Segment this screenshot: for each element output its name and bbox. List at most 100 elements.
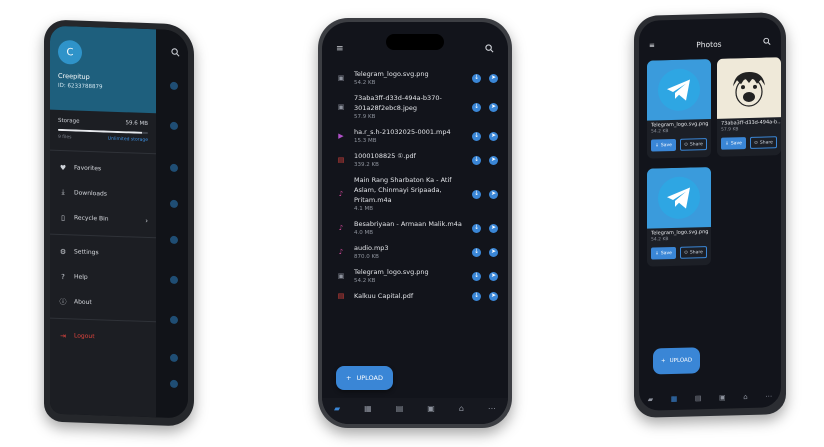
photo-card[interactable]: 73aba3ff-d33d-494a-b... 57.9 KB ↓ Save ⊙ S… [717,57,781,157]
phone-drawer: C Creepitup ID: 6233788879 Storage 59.6 … [44,19,194,427]
file-row[interactable]: ▣ Telegram_logo.svg.png 54.2 KB ↓ ➤ [322,264,508,288]
file-list: ▣ Telegram_logo.svg.png 54.2 KB ↓ ➤ ▣ 73… [322,66,508,304]
file-name: audio.mp3 [354,244,389,252]
upload-button[interactable]: + UPLOAD [653,347,701,375]
menu-item-label: Logout [74,332,95,341]
file-row[interactable]: ▤ Kalkuu Capital.pdf ↓ ➤ [322,288,508,304]
file-row[interactable]: ♪ audio.mp3 870.0 KB ↓ ➤ [322,240,508,264]
menu-item-label: About [74,298,92,307]
search-icon[interactable] [763,37,771,47]
file-row[interactable]: ▤ 1000108825 ①.pdf 339.2 KB ↓ ➤ [322,148,508,172]
folder-tab-icon[interactable]: ▰ [648,395,653,403]
menu-item-help[interactable]: ? Help [50,264,156,293]
menu-item-settings[interactable]: ⚙ Settings [50,239,156,268]
search-icon[interactable] [485,44,494,56]
audio-tab-icon[interactable]: ⌂ [743,393,747,401]
folder-tab-icon[interactable]: ▰ [334,404,340,413]
divider [50,317,156,323]
videos-tab-icon[interactable]: ▣ [427,404,435,413]
list-action-icon [170,275,178,285]
file-name: Telegram_logo.svg.png [354,268,429,276]
menu-item-label: Recycle Bin [74,214,109,223]
upload-button[interactable]: + UPLOAD [336,366,393,390]
share-button[interactable]: ⊙ Share [680,246,707,259]
download-icon[interactable]: ↓ [472,102,481,112]
download-icon[interactable]: ↓ [472,223,481,233]
share-icon: ⊙ [754,140,758,146]
telegram-share-icon[interactable]: ➤ [489,291,498,301]
video-file-icon: ▶ [338,132,344,140]
plus-icon: + [346,374,352,382]
file-row[interactable]: ▣ Telegram_logo.svg.png 54.2 KB ↓ ➤ [322,66,508,90]
logout-icon: ⇥ [60,331,66,340]
menu-item-downloads[interactable]: ⤓ Downloads [50,180,156,209]
file-size: 54.2 KB [354,80,376,86]
drawer-backdrop[interactable] [156,29,188,419]
divider [50,149,156,155]
audio-tab-icon[interactable]: ⌂ [459,404,464,413]
meme-face-thumbnail[interactable] [717,57,781,119]
phone-file-list: ≡ ▣ Telegram_logo.svg.png 54.2 KB ↓ ➤ ▣ … [318,18,512,428]
menu-icon[interactable]: ≡ [649,41,655,49]
telegram-logo-thumbnail[interactable] [647,58,711,121]
download-icon[interactable]: ↓ [472,291,481,301]
file-row[interactable]: ♪ Main Rang Sharbaton Ka - Atif Aslam, C… [322,172,508,216]
photos-tab-icon[interactable]: ▦ [671,395,678,403]
audio-file-icon: ♪ [338,190,344,198]
chevron-right-icon: › [145,216,148,225]
download-icon[interactable]: ↓ [472,131,481,141]
telegram-share-icon[interactable]: ➤ [489,102,498,112]
telegram-share-icon[interactable]: ➤ [489,131,498,141]
file-row[interactable]: ▣ 73aba3ff-d33d-494a-b370-301a28f2ebc8.j… [322,90,508,124]
save-button[interactable]: ↓ Save [721,137,746,150]
user-id: ID: 6233788879 [58,82,103,91]
photo-card[interactable]: Telegram_logo.svg.png 54.2 KB ↓ Save ⊙ Sha… [647,58,711,159]
share-button[interactable]: ⊙ Share [680,138,707,151]
search-icon[interactable] [171,48,180,59]
more-tab-icon[interactable]: ⋯ [765,392,772,400]
image-file-icon: ▣ [337,74,345,82]
download-icon[interactable]: ↓ [472,155,481,165]
pdf-file-icon: ▤ [337,156,345,164]
documents-tab-icon[interactable]: ▤ [695,394,702,402]
file-name: ha.r_s.h-21032025-0001.mp4 [354,128,451,136]
download-icon[interactable]: ↓ [472,247,481,257]
videos-tab-icon[interactable]: ▣ [719,394,726,402]
audio-file-icon: ♪ [338,224,344,232]
save-button[interactable]: ↓ Save [651,246,676,260]
telegram-share-icon[interactable]: ➤ [489,73,498,83]
menu-item-label: Downloads [74,189,107,198]
documents-tab-icon[interactable]: ▤ [396,404,404,413]
telegram-logo-thumbnail[interactable] [647,166,711,229]
download-icon[interactable]: ↓ [472,189,481,199]
menu-item-recycle-bin[interactable]: ▯ Recycle Bin › [50,205,156,234]
file-size: 870.0 KB [354,254,379,260]
audio-file-icon: ♪ [338,248,344,256]
avatar[interactable]: C [58,39,82,65]
telegram-share-icon[interactable]: ➤ [489,155,498,165]
photo-card[interactable]: Telegram_logo.svg.png 54.2 KB ↓ Save ⊙ Sha… [647,166,711,267]
files-count: 9 files [58,134,72,141]
more-tab-icon[interactable]: ⋯ [488,404,496,413]
save-button[interactable]: ↓ Save [651,138,676,152]
menu-item-logout[interactable]: ⇥ Logout [50,323,156,352]
telegram-share-icon[interactable]: ➤ [489,223,498,233]
download-icon[interactable]: ↓ [472,73,481,83]
file-row[interactable]: ♪ Besabriyaan - Armaan Malik.m4a 4.0 MB … [322,216,508,240]
image-file-icon: ▣ [337,103,345,111]
download-icon[interactable]: ↓ [472,271,481,281]
telegram-share-icon[interactable]: ➤ [489,189,498,199]
file-row[interactable]: ▶ ha.r_s.h-21032025-0001.mp4 15.3 MB ↓ ➤ [322,124,508,148]
share-button[interactable]: ⊙ Share [750,136,777,149]
telegram-share-icon[interactable]: ➤ [489,247,498,257]
menu-icon[interactable]: ≡ [336,44,344,56]
photos-tab-icon[interactable]: ▦ [364,404,372,413]
menu-item-about[interactable]: ⓘ About [50,289,156,318]
photo-name: Telegram_logo.svg.png [651,229,709,237]
info-icon: ⓘ [59,297,67,306]
storage-section: Storage 59.6 MB 9 files Unlimited storag… [50,110,156,150]
menu-item-favorites[interactable]: ♥ Favorites [50,155,156,184]
help-icon: ? [61,272,65,281]
heart-icon: ♥ [59,163,67,172]
telegram-share-icon[interactable]: ➤ [489,271,498,281]
